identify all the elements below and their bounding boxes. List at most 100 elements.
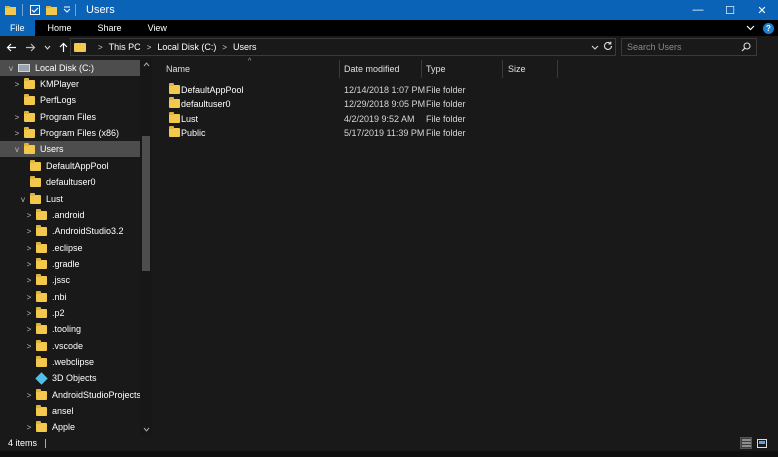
breadcrumb-local-disk[interactable]: Local Disk (C:) <box>157 42 216 52</box>
sidebar-item-eclipse[interactable]: > .eclipse <box>0 240 140 256</box>
sidebar-item-apple[interactable]: > Apple <box>0 419 140 435</box>
sidebar-item-3d-objects[interactable]: 3D Objects <box>0 370 140 386</box>
breadcrumb-separator-icon[interactable]: > <box>147 43 152 52</box>
chevron-right-icon[interactable]: > <box>24 289 34 305</box>
chevron-right-icon[interactable]: > <box>12 109 22 125</box>
file-list-pane[interactable]: ^ Name Date modified Type Size DefaultAp… <box>156 58 778 435</box>
chevron-right-icon[interactable]: > <box>24 321 34 337</box>
forward-arrow-icon[interactable] <box>21 37 40 57</box>
close-button[interactable]: ✕ <box>746 0 778 20</box>
table-row[interactable]: DefaultAppPool 12/14/2018 1:07 PM File f… <box>166 82 666 97</box>
column-header-name[interactable]: Name <box>159 58 339 80</box>
details-view-icon[interactable] <box>740 437 752 449</box>
sidebar-item-webclipse[interactable]: .webclipse <box>0 354 140 370</box>
sidebar-item-program-files[interactable]: > Program Files <box>0 109 140 125</box>
search-icon[interactable] <box>741 42 751 55</box>
sidebar-item-ansel[interactable]: ansel <box>0 403 140 419</box>
breadcrumb-this-pc[interactable]: This PC <box>109 42 141 52</box>
sidebar-item-program-files-x86[interactable]: > Program Files (x86) <box>0 125 140 141</box>
chevron-right-icon[interactable]: > <box>12 76 22 92</box>
tab-home[interactable]: Home <box>35 20 85 36</box>
search-box[interactable] <box>621 38 757 56</box>
navigation-pane[interactable]: v Local Disk (C:) > KMPlayer PerfLogs > … <box>0 58 152 435</box>
sidebar-item-users[interactable]: v Users <box>0 141 140 157</box>
folder-icon <box>36 322 47 334</box>
chevron-right-icon[interactable]: > <box>24 256 34 272</box>
tab-share[interactable]: Share <box>85 20 135 36</box>
chevron-right-icon[interactable]: > <box>24 223 34 239</box>
title-bar: Users — ☐ ✕ <box>0 0 778 20</box>
sidebar-item-label: ansel <box>52 406 74 416</box>
column-divider[interactable] <box>557 60 558 78</box>
tab-file[interactable]: File <box>0 20 35 36</box>
breadcrumb-separator-icon[interactable]: > <box>98 43 103 52</box>
sidebar-item-nbi[interactable]: > .nbi <box>0 289 140 305</box>
sidebar-item-androidstudio[interactable]: > .AndroidStudio3.2 <box>0 223 140 239</box>
expand-ribbon-icon[interactable] <box>746 22 755 34</box>
address-dropdown-icon[interactable] <box>591 42 599 52</box>
sidebar-item-label: Program Files (x86) <box>40 128 120 138</box>
folder-icon <box>36 306 47 318</box>
tab-view[interactable]: View <box>135 20 180 36</box>
sidebar-item-label: Program Files <box>40 112 97 122</box>
sidebar-item-vscode[interactable]: > .vscode <box>0 338 140 354</box>
sidebar-item-tooling[interactable]: > .tooling <box>0 321 140 337</box>
table-row[interactable]: Lust 4/2/2019 9:52 AM File folder <box>166 111 666 126</box>
folder-icon <box>24 77 35 89</box>
scrollbar-thumb[interactable] <box>142 136 150 271</box>
sidebar-item-kmplayer[interactable]: > KMPlayer <box>0 76 140 92</box>
address-row: > This PC > Local Disk (C:) > Users <box>0 36 778 58</box>
sidebar-item-p2[interactable]: > .p2 <box>0 305 140 321</box>
new-folder-icon[interactable] <box>45 4 57 16</box>
sidebar-item-lust[interactable]: v Lust <box>0 191 140 207</box>
chevron-right-icon[interactable]: > <box>24 305 34 321</box>
chevron-right-icon[interactable]: > <box>24 338 34 354</box>
sidebar-item-jssc[interactable]: > .jssc <box>0 272 140 288</box>
chevron-right-icon[interactable]: > <box>24 387 34 403</box>
sidebar-item-label: PerfLogs <box>40 95 77 105</box>
sidebar-item-label: .eclipse <box>52 243 83 253</box>
column-header-type[interactable]: Type <box>419 58 501 80</box>
folder-icon <box>24 126 35 138</box>
chevron-right-icon[interactable]: > <box>24 272 34 288</box>
table-row[interactable]: Public 5/17/2019 11:39 PM File folder <box>166 125 666 140</box>
chevron-right-icon[interactable]: > <box>24 419 34 435</box>
column-header-date-modified[interactable]: Date modified <box>337 58 419 80</box>
sidebar-item-defaultuser0[interactable]: defaultuser0 <box>0 174 140 190</box>
recent-locations-chevron-icon[interactable] <box>40 37 54 57</box>
sidebar-item-label: .android <box>52 210 85 220</box>
sidebar-item-defaultapppool[interactable]: DefaultAppPool <box>0 158 140 174</box>
scroll-up-arrow-icon[interactable] <box>140 58 152 70</box>
properties-icon[interactable] <box>29 4 41 16</box>
folder-icon <box>36 420 47 432</box>
chevron-right-icon[interactable]: > <box>12 125 22 141</box>
breadcrumb-separator-icon[interactable]: > <box>222 43 227 52</box>
maximize-button[interactable]: ☐ <box>714 0 746 20</box>
file-type: File folder <box>426 84 466 95</box>
minimize-button[interactable]: — <box>682 0 714 20</box>
sidebar-item-gradle[interactable]: > .gradle <box>0 256 140 272</box>
chevron-down-icon[interactable]: v <box>6 60 16 76</box>
sidebar-item-android[interactable]: > .android <box>0 207 140 223</box>
file-name: defaultuser0 <box>181 98 231 109</box>
table-row[interactable]: defaultuser0 12/29/2018 9:05 PM File fol… <box>166 96 666 111</box>
chevron-down-icon[interactable]: v <box>18 191 28 207</box>
chevron-right-icon[interactable]: > <box>24 240 34 256</box>
column-header-size[interactable]: Size <box>501 58 557 80</box>
breadcrumb-users[interactable]: Users <box>233 42 257 52</box>
sidebar-item-local-disk[interactable]: v Local Disk (C:) <box>0 60 140 76</box>
search-input[interactable] <box>627 42 737 52</box>
sidebar-scrollbar[interactable] <box>140 58 152 435</box>
customize-toolbar-dropdown-icon[interactable] <box>61 4 73 16</box>
help-icon[interactable]: ? <box>763 22 774 34</box>
sidebar-item-androidstudioprojects[interactable]: > AndroidStudioProjects <box>0 387 141 403</box>
refresh-icon[interactable] <box>603 41 613 53</box>
scroll-down-arrow-icon[interactable] <box>140 423 152 435</box>
chevron-down-icon[interactable]: v <box>12 141 22 157</box>
address-bar[interactable]: > This PC > Local Disk (C:) > Users <box>70 38 616 56</box>
chevron-right-icon[interactable]: > <box>24 207 34 223</box>
back-arrow-icon[interactable] <box>2 37 21 57</box>
sidebar-item-perflogs[interactable]: PerfLogs <box>0 92 140 108</box>
toolbar-divider <box>22 4 23 16</box>
large-icons-view-icon[interactable] <box>756 437 768 449</box>
